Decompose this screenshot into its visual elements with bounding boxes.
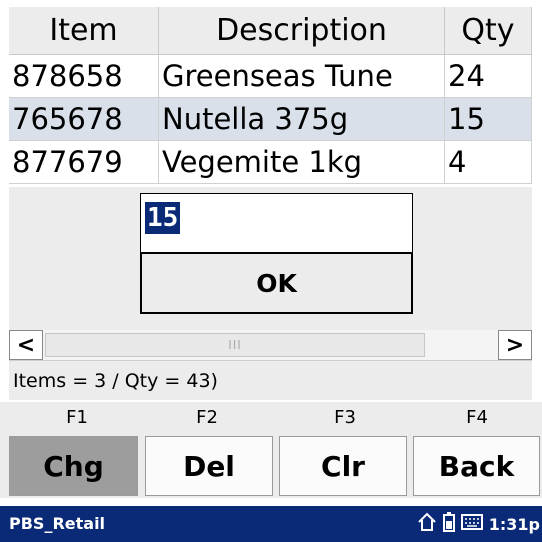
chevron-right-icon: >	[505, 332, 525, 358]
status-text: Items = 3 / Qty = 43)	[9, 360, 532, 400]
cell-item: 878658	[9, 55, 159, 98]
cell-item: 765678	[9, 98, 159, 141]
keyboard-icon[interactable]	[460, 513, 483, 535]
cell-description: Nutella 375g	[159, 98, 445, 141]
clr-button[interactable]: Clr	[279, 436, 407, 496]
cell-item: 877679	[9, 141, 159, 184]
clock-time[interactable]: 1:31p	[489, 515, 540, 534]
table-row-selected[interactable]: 765678 Nutella 375g 15	[9, 98, 532, 141]
fkey-label-f3: F3	[334, 407, 356, 428]
function-key-labels: F1 F2 F3 F4	[0, 402, 542, 434]
ok-button[interactable]: OK	[140, 252, 413, 314]
cell-qty: 24	[445, 55, 532, 98]
grip-icon: III	[228, 338, 242, 352]
taskbar: PBS_Retail 1:31p	[0, 506, 542, 542]
home-icon[interactable]	[417, 512, 437, 536]
table-row[interactable]: 878658 Greenseas Tune 24	[9, 55, 532, 98]
header-qty[interactable]: Qty	[445, 7, 532, 55]
cell-qty: 4	[445, 141, 532, 184]
cell-description: Vegemite 1kg	[159, 141, 445, 184]
horizontal-scrollbar[interactable]: < III >	[9, 330, 532, 360]
fkey-label-f2: F2	[196, 407, 218, 428]
header-item[interactable]: Item	[9, 7, 159, 55]
function-buttons: Chg Del Clr Back	[0, 434, 542, 498]
scroll-left-button[interactable]: <	[9, 330, 43, 360]
fkey-label-f4: F4	[466, 407, 488, 428]
header-description[interactable]: Description	[159, 7, 445, 55]
system-tray: 1:31p	[417, 506, 542, 542]
scrollbar-thumb[interactable]: III	[45, 333, 425, 357]
cell-qty: 15	[445, 98, 532, 141]
chg-button[interactable]: Chg	[9, 436, 138, 496]
battery-icon[interactable]	[442, 512, 455, 536]
cell-description: Greenseas Tune	[159, 55, 445, 98]
fkey-label-f1: F1	[66, 407, 88, 428]
scroll-right-button[interactable]: >	[498, 330, 532, 360]
qty-input-value: 15	[145, 202, 181, 234]
table-row[interactable]: 877679 Vegemite 1kg 4	[9, 141, 532, 184]
del-button[interactable]: Del	[145, 436, 273, 496]
chevron-left-icon: <	[16, 332, 36, 358]
app-name[interactable]: PBS_Retail	[9, 506, 105, 542]
qty-input[interactable]: 15	[140, 193, 413, 252]
items-grid: Item Description Qty 878658 Greenseas Tu…	[9, 7, 532, 187]
back-button[interactable]: Back	[413, 436, 540, 496]
